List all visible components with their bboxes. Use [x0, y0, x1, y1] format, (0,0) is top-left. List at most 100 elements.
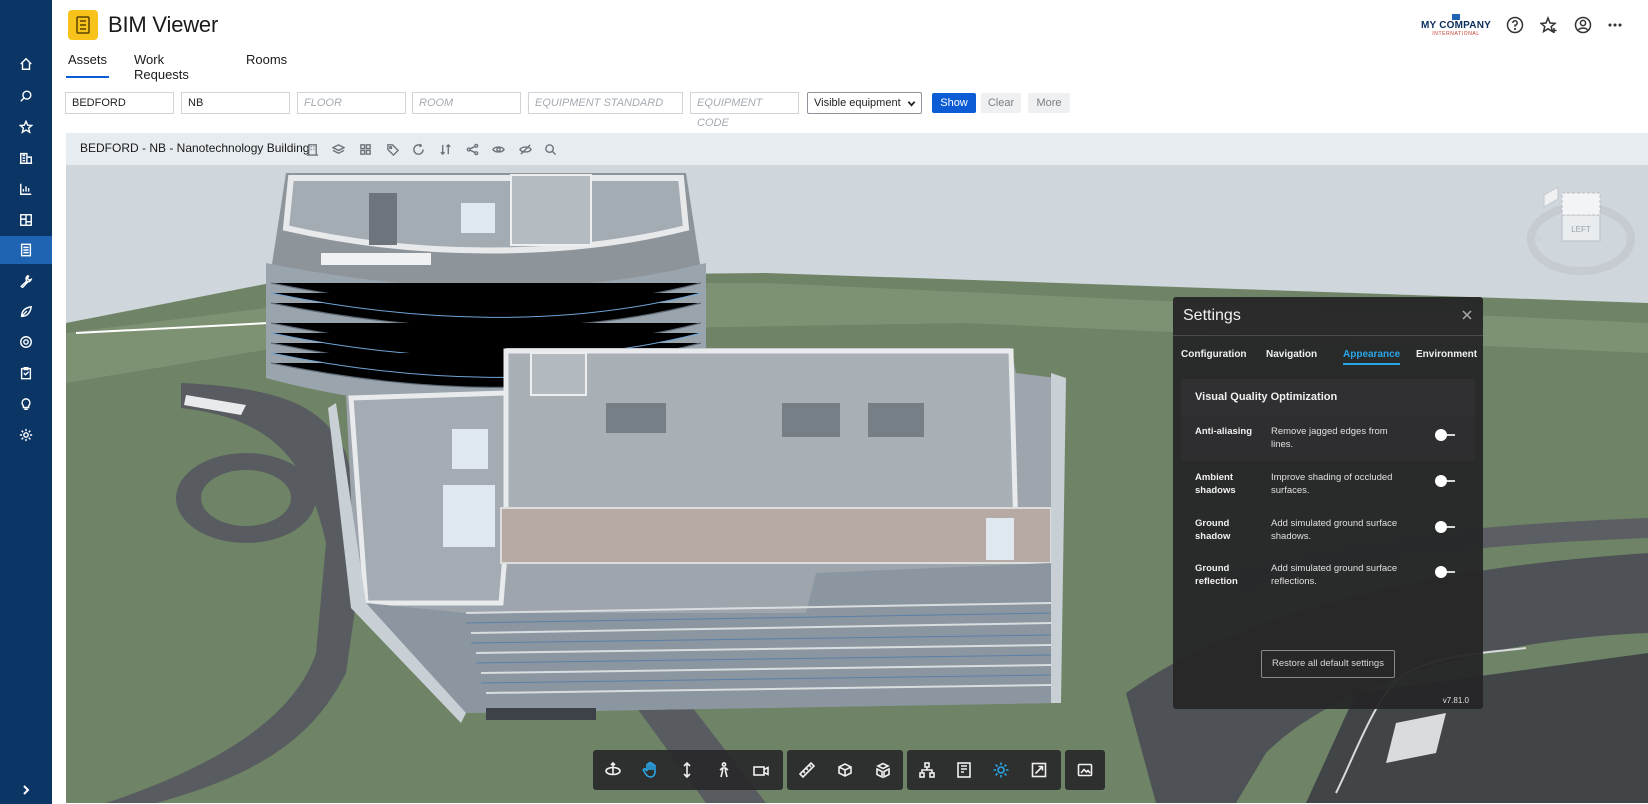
- app-title: BIM Viewer: [108, 12, 219, 37]
- site-field[interactable]: BEDFORD: [65, 92, 174, 114]
- settings-button[interactable]: [985, 754, 1017, 786]
- building-field[interactable]: NB: [181, 92, 290, 114]
- ambient-shadows-toggle[interactable]: [1435, 474, 1457, 488]
- screenshot-button[interactable]: [1069, 754, 1101, 786]
- rail-monitoring[interactable]: [0, 328, 52, 356]
- restore-defaults-button[interactable]: Restore all default settings: [1261, 650, 1395, 678]
- rail-reports[interactable]: [0, 175, 52, 203]
- show-button[interactable]: Show: [932, 93, 976, 113]
- toolbar-group-tools: [787, 750, 903, 790]
- viewer-layers-button[interactable]: [330, 141, 346, 157]
- floorplan-icon: [20, 214, 32, 226]
- viewer-tags-button[interactable]: [384, 141, 400, 157]
- compass-west-label: W: [1576, 268, 1584, 277]
- equipment-code-field[interactable]: EQUIPMENT CODE: [690, 92, 799, 129]
- viewer-share-button[interactable]: [464, 141, 480, 157]
- settings-tab-configuration[interactable]: Configuration: [1181, 349, 1247, 360]
- model-browser-button[interactable]: [911, 754, 943, 786]
- layers-icon: [331, 143, 345, 154]
- clipboard-icon: [20, 367, 32, 380]
- zoom-button[interactable]: [671, 754, 703, 786]
- toolbar-group-extra: [1065, 750, 1105, 790]
- help-button[interactable]: [1504, 14, 1526, 36]
- viewer-eye-button[interactable]: [490, 141, 506, 157]
- measure-button[interactable]: [791, 754, 823, 786]
- viewer-search-button[interactable]: [542, 141, 558, 157]
- orbit-button[interactable]: [597, 754, 629, 786]
- setting-row-ground-reflection: Ground reflection Add simulated ground s…: [1181, 552, 1475, 598]
- orbit-icon: [605, 761, 621, 776]
- viewer-building-button[interactable]: [304, 141, 320, 157]
- video-camera-icon: [753, 766, 769, 776]
- tag-icon: [386, 143, 399, 156]
- fullscreen-button[interactable]: [1023, 754, 1055, 786]
- visibility-select-value: Visible equipment: [814, 97, 901, 109]
- user-account-button[interactable]: [1572, 14, 1594, 36]
- app-header: BIM Viewer MY COMPANY INTERNATIONAL: [52, 0, 1648, 52]
- anti-aliasing-toggle[interactable]: [1435, 428, 1457, 442]
- rail-tasks[interactable]: [0, 359, 52, 387]
- favorites-button[interactable]: [1538, 14, 1560, 36]
- rail-settings[interactable]: [0, 421, 52, 449]
- gear-icon: [993, 762, 1009, 778]
- camera-button[interactable]: [745, 754, 777, 786]
- company-logo-subtitle: INTERNATIONAL: [1432, 31, 1480, 37]
- ground-reflection-toggle[interactable]: [1435, 565, 1457, 579]
- close-icon: [1462, 310, 1472, 320]
- clear-button[interactable]: Clear: [981, 93, 1021, 113]
- room-field[interactable]: ROOM: [412, 92, 521, 114]
- tab-work-requests[interactable]: Work Requests: [132, 52, 191, 82]
- eye-icon: [491, 145, 505, 153]
- explode-button[interactable]: [867, 754, 899, 786]
- tab-assets[interactable]: Assets: [66, 52, 110, 78]
- rail-buildings[interactable]: [0, 144, 52, 172]
- gear-icon: [19, 428, 33, 442]
- pan-button[interactable]: [634, 754, 666, 786]
- viewer-sort-button[interactable]: [437, 141, 453, 157]
- company-logo-name: MY COMPANY: [1421, 20, 1491, 31]
- rail-maintenance[interactable]: [0, 267, 52, 295]
- search-icon: [544, 143, 556, 155]
- more-button[interactable]: More: [1028, 93, 1070, 113]
- settings-tab-environment[interactable]: Environment: [1416, 349, 1477, 360]
- viewer-refresh-button[interactable]: [410, 141, 426, 157]
- share-icon: [466, 143, 478, 155]
- tab-rooms[interactable]: Rooms: [244, 52, 289, 78]
- viewer-version: v7.81.0: [1442, 696, 1469, 705]
- view-cube[interactable]: LEFT N W S: [1526, 177, 1636, 287]
- visibility-select[interactable]: Visible equipment: [807, 92, 922, 114]
- star-icon: [19, 120, 33, 134]
- walk-button[interactable]: [708, 754, 740, 786]
- chart-icon: [20, 183, 32, 195]
- properties-button[interactable]: [948, 754, 980, 786]
- app-root: BIM Viewer MY COMPANY INTERNATIONAL Asse…: [0, 0, 1648, 804]
- settings-tab-navigation[interactable]: Navigation: [1266, 349, 1317, 360]
- settings-close-button[interactable]: [1459, 307, 1475, 323]
- explode-cube-icon: [876, 762, 890, 779]
- company-logo-mark: [1452, 14, 1460, 20]
- home-view-icon[interactable]: [1543, 186, 1559, 208]
- viewer-grid-button[interactable]: [357, 141, 373, 157]
- viewer-title: BEDFORD - NB - Nanotechnology Building: [80, 141, 310, 155]
- rail-floorplans[interactable]: [0, 206, 52, 234]
- company-logo: MY COMPANY INTERNATIONAL: [1416, 14, 1496, 38]
- rail-ideas[interactable]: [0, 390, 52, 418]
- view-cube-face-label: LEFT: [1571, 225, 1591, 234]
- settings-tab-appearance[interactable]: Appearance: [1343, 349, 1401, 365]
- section-button[interactable]: [829, 754, 861, 786]
- rail-bim-viewer[interactable]: [0, 236, 52, 264]
- rail-favorites[interactable]: [0, 113, 52, 141]
- rail-sustainability[interactable]: [0, 298, 52, 326]
- floor-field[interactable]: FLOOR: [297, 92, 406, 114]
- more-options-button[interactable]: [1604, 14, 1626, 36]
- ground-shadow-toggle[interactable]: [1435, 520, 1457, 534]
- rail-expand-button[interactable]: [0, 776, 52, 804]
- rail-home[interactable]: [0, 50, 52, 78]
- user-icon: [1574, 16, 1592, 34]
- rail-search[interactable]: [0, 82, 52, 110]
- settings-divider: [1173, 335, 1483, 336]
- equipment-standard-field[interactable]: EQUIPMENT STANDARD: [528, 92, 683, 114]
- setting-row-ambient-shadows: Ambient shadows Improve shading of occlu…: [1181, 461, 1475, 507]
- bim-viewer-canvas[interactable]: BEDFORD - NB - Nanotechnology Building L…: [66, 133, 1648, 803]
- viewer-hide-button[interactable]: [517, 141, 533, 157]
